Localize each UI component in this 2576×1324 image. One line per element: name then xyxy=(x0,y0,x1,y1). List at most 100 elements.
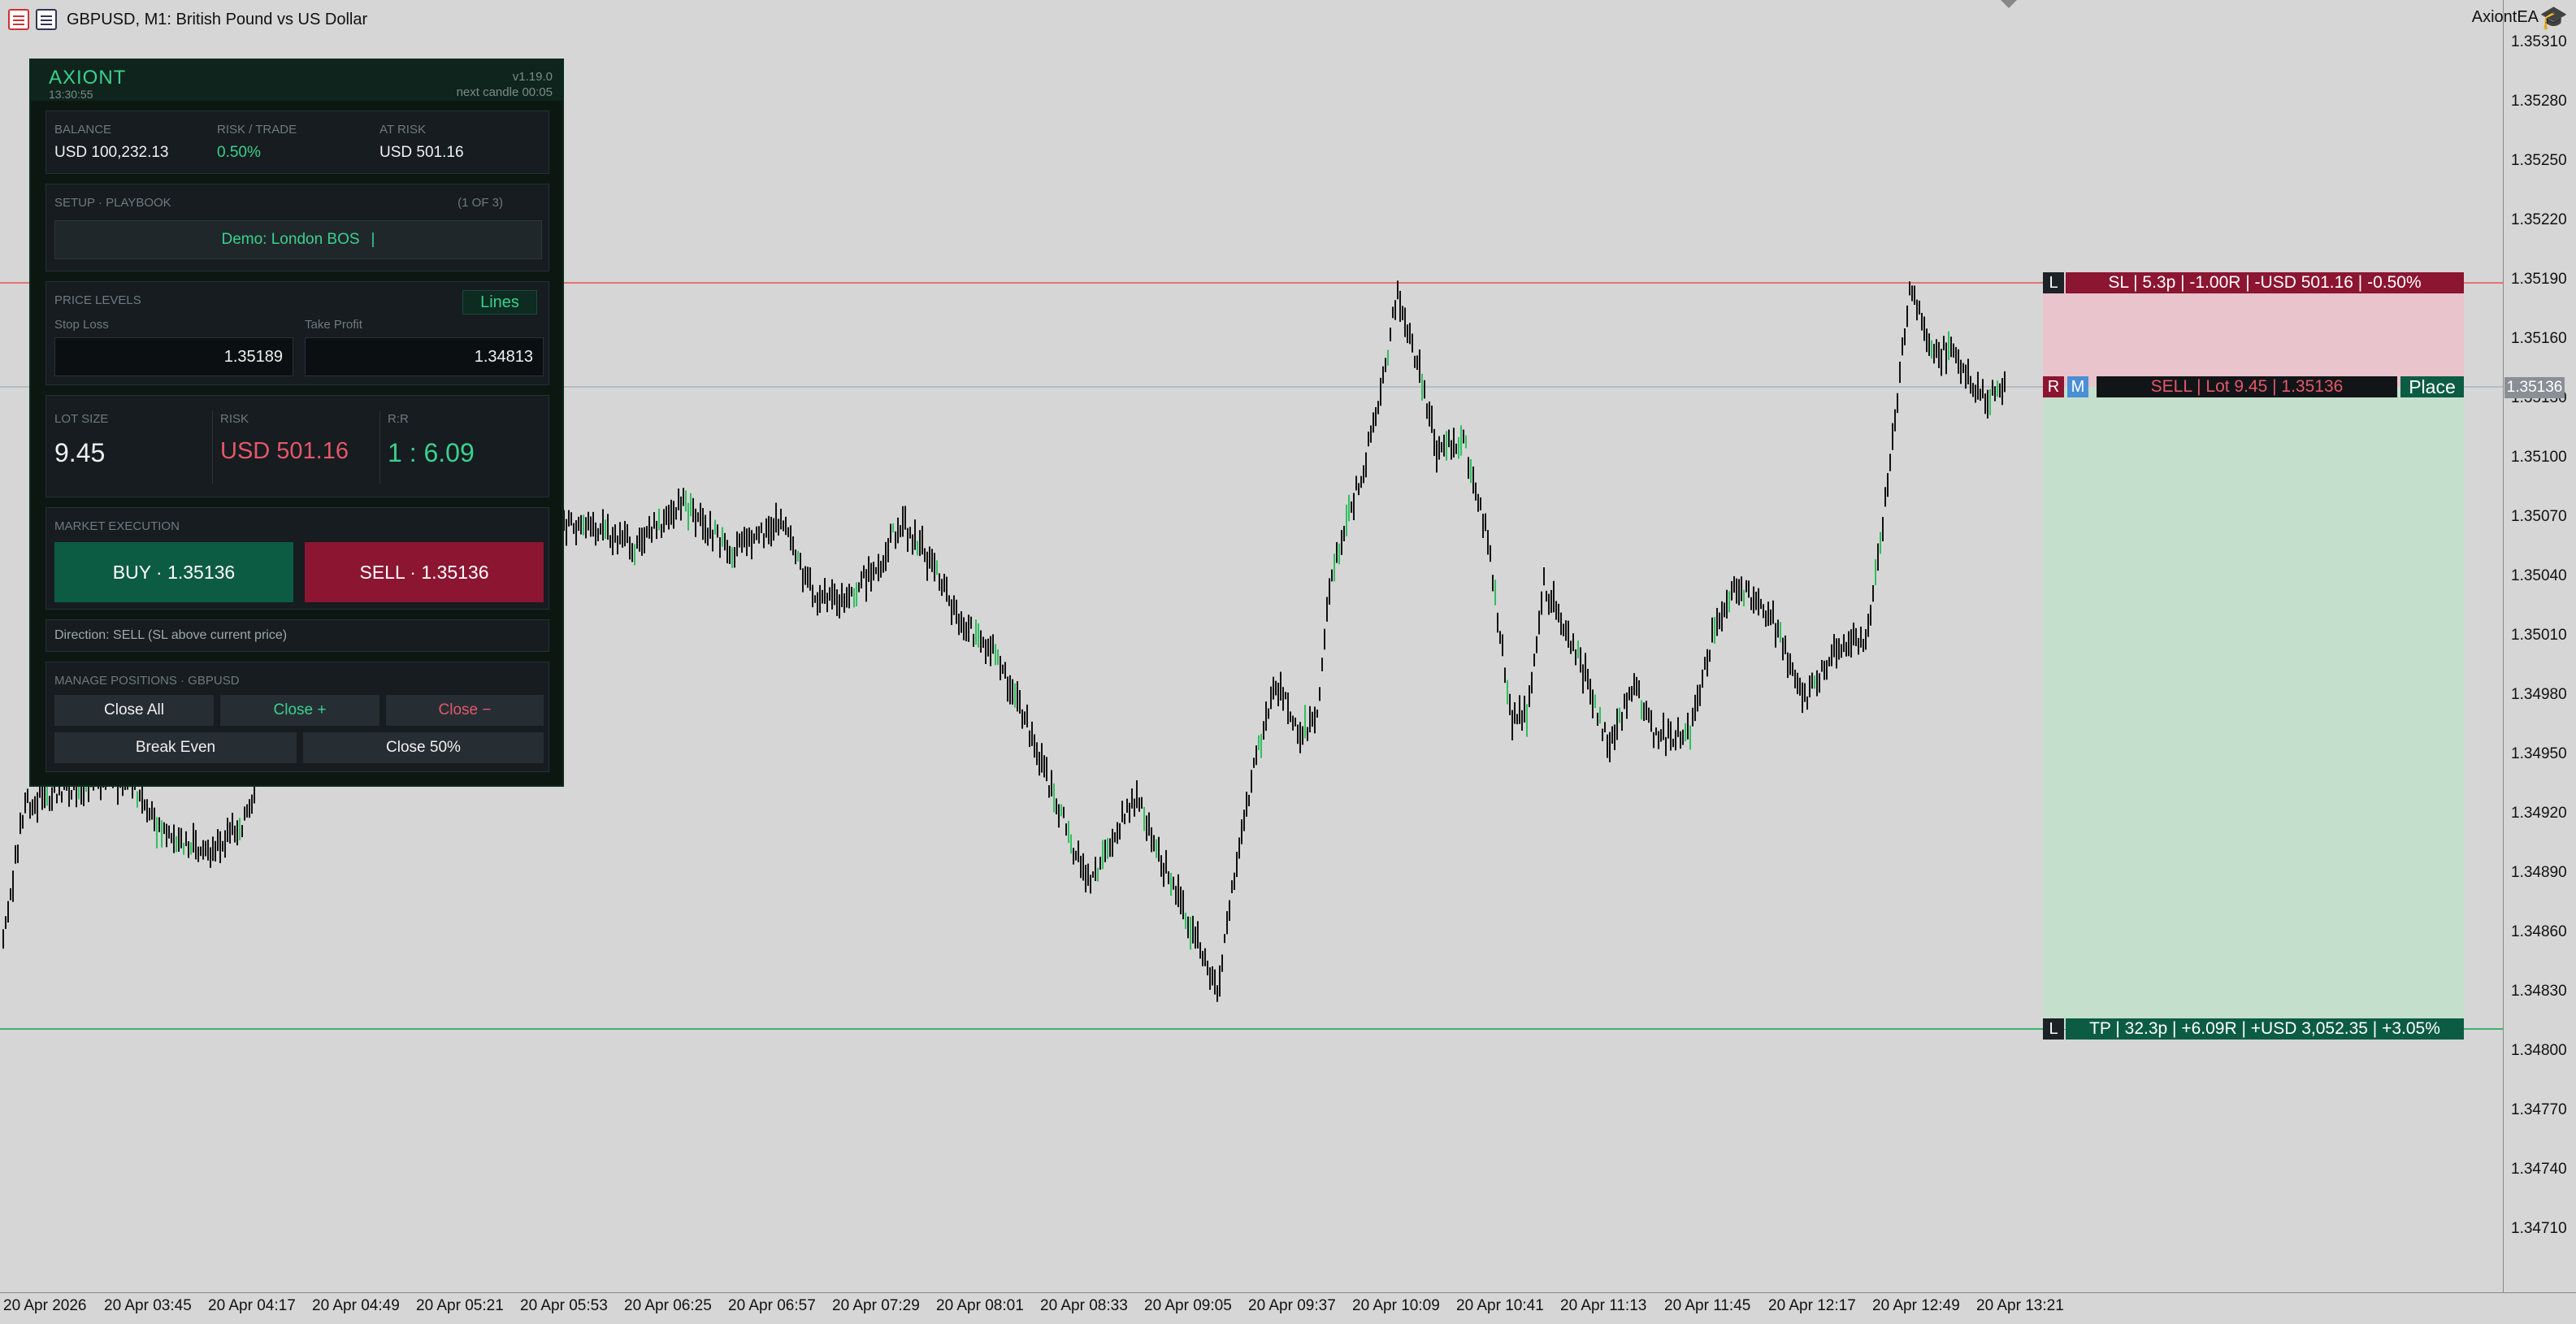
setup-section: SETUP · PLAYBOOK (1 of 3) Demo: London B… xyxy=(46,184,549,271)
time-tick-label: 20 Apr 11:45 xyxy=(1664,1297,1751,1314)
chart-window-icon[interactable] xyxy=(36,9,57,30)
axiont-panel: AXIONT 13:30:55 v1.19.0 next candle 00:0… xyxy=(29,59,564,787)
price-tick-label: 1.34950 xyxy=(2511,745,2567,762)
r-tag[interactable]: R xyxy=(2043,376,2064,397)
price-tick-label: 1.34770 xyxy=(2511,1101,2567,1118)
place-button[interactable]: Place xyxy=(2400,376,2464,397)
server-time: 13:30:55 xyxy=(49,88,93,101)
price-tick-label: 1.34980 xyxy=(2511,686,2567,703)
tp-lock-tag[interactable]: L xyxy=(2043,1018,2064,1040)
time-tick-label: 20 Apr 12:17 xyxy=(1768,1297,1856,1314)
time-tick-label: 20 Apr 05:53 xyxy=(520,1297,608,1314)
time-tick-label: 20 Apr 12:49 xyxy=(1872,1297,1960,1314)
manage-label: MANAGE POSITIONS · GBPUSD xyxy=(54,674,240,688)
price-tick-label: 1.35010 xyxy=(2511,627,2567,644)
price-levels-section: PRICE LEVELS Lines Stop Loss 1.35189 Tak… xyxy=(46,281,549,385)
rr-label: R:R xyxy=(388,412,409,426)
price-levels-label: PRICE LEVELS xyxy=(54,293,141,307)
time-tick-label: 20 Apr 04:17 xyxy=(208,1297,296,1314)
panel-title: AXIONT xyxy=(49,67,127,89)
manage-section: MANAGE POSITIONS · GBPUSD Close All Clos… xyxy=(46,662,549,772)
risk-value: USD 501.16 xyxy=(220,438,349,464)
balance-label: BALANCE xyxy=(54,123,112,137)
time-tick-label: 20 Apr 10:09 xyxy=(1352,1297,1440,1314)
version-label: v1.19.0 xyxy=(512,70,553,84)
price-tick-label: 1.34740 xyxy=(2511,1161,2567,1178)
price-tick-label: 1.35250 xyxy=(2511,152,2567,169)
price-tick-label: 1.35190 xyxy=(2511,271,2567,288)
price-tick-label: 1.35280 xyxy=(2511,93,2567,110)
close-all-button[interactable]: Close All xyxy=(54,695,214,726)
balance-value: USD 100,232.13 xyxy=(54,144,169,161)
price-tick-label: 1.35160 xyxy=(2511,330,2567,347)
take-profit-label: Take Profit xyxy=(305,318,362,332)
time-tick-label: 20 Apr 2026 xyxy=(3,1297,87,1314)
chart-title: GBPUSD, M1: British Pound vs US Dollar xyxy=(67,10,368,28)
sl-label[interactable]: SL | 5.3p | -1.00R | -USD 501.16 | -0.50… xyxy=(2066,272,2464,293)
sl-lock-tag[interactable]: L xyxy=(2043,272,2064,293)
time-tick-label: 20 Apr 13:21 xyxy=(1976,1297,2064,1314)
price-tick-label: 1.34710 xyxy=(2511,1220,2567,1237)
m-tag[interactable]: M xyxy=(2067,376,2088,397)
execution-section: MARKET EXECUTION BUY · 1.35136 SELL · 1.… xyxy=(46,507,549,610)
time-tick-label: 20 Apr 06:57 xyxy=(728,1297,816,1314)
tp-zone xyxy=(2043,387,2464,1029)
sl-zone xyxy=(2043,281,2464,387)
price-tick-label: 1.34800 xyxy=(2511,1042,2567,1059)
scroll-marker-icon[interactable] xyxy=(2001,0,2017,8)
price-tick-label: 1.34890 xyxy=(2511,864,2567,881)
execution-label: MARKET EXECUTION xyxy=(54,519,180,533)
risk-per-trade-label: RISK / TRADE xyxy=(217,123,297,137)
direction-section: Direction: SELL (SL above current price) xyxy=(46,619,549,652)
price-tick-label: 1.35070 xyxy=(2511,508,2567,525)
price-tick-label: 1.35310 xyxy=(2511,33,2567,50)
rr-value: 1 : 6.09 xyxy=(388,438,475,467)
price-tick-label: 1.35220 xyxy=(2511,211,2567,228)
time-tick-label: 20 Apr 03:45 xyxy=(104,1297,192,1314)
break-even-button[interactable]: Break Even xyxy=(54,732,297,763)
stop-loss-label: Stop Loss xyxy=(54,318,109,332)
chart-header: GBPUSD, M1: British Pound vs US Dollar xyxy=(0,0,2503,39)
at-risk-value: USD 501.16 xyxy=(379,144,464,161)
sizing-section: LOT SIZE 9.45 RISK USD 501.16 R:R 1 : 6.… xyxy=(46,395,549,497)
price-tick-label: 1.35040 xyxy=(2511,567,2567,584)
at-risk-label: AT RISK xyxy=(379,123,426,137)
time-tick-label: 20 Apr 11:13 xyxy=(1560,1297,1647,1314)
close-profit-button[interactable]: Close + xyxy=(220,695,379,726)
playbook-counter: (1 of 3) xyxy=(458,196,503,210)
close-loss-button[interactable]: Close − xyxy=(386,695,544,726)
stop-loss-input[interactable]: 1.35189 xyxy=(54,337,293,376)
time-tick-label: 20 Apr 04:49 xyxy=(312,1297,400,1314)
time-tick-label: 20 Apr 08:01 xyxy=(936,1297,1024,1314)
price-tick-label: 1.35100 xyxy=(2511,449,2567,466)
time-tick-label: 20 Apr 06:25 xyxy=(624,1297,712,1314)
lot-size-value: 9.45 xyxy=(54,438,106,467)
time-tick-label: 20 Apr 09:05 xyxy=(1144,1297,1232,1314)
entry-label[interactable]: SELL | Lot 9.45 | 1.35136 xyxy=(2097,376,2397,397)
time-tick-label: 20 Apr 10:41 xyxy=(1456,1297,1544,1314)
current-price-tag: 1.35136 xyxy=(2504,377,2565,398)
time-tick-label: 20 Apr 05:21 xyxy=(416,1297,504,1314)
sell-button[interactable]: SELL · 1.35136 xyxy=(305,542,544,602)
risk-label: RISK xyxy=(220,412,249,426)
take-profit-input[interactable]: 1.34813 xyxy=(305,337,544,376)
tp-label[interactable]: TP | 32.3p | +6.09R | +USD 3,052.35 | +3… xyxy=(2066,1018,2464,1040)
time-tick-label: 20 Apr 08:33 xyxy=(1040,1297,1128,1314)
close-half-button[interactable]: Close 50% xyxy=(303,732,544,763)
lines-toggle-button[interactable]: Lines xyxy=(462,290,537,315)
time-tick-label: 20 Apr 09:37 xyxy=(1248,1297,1336,1314)
account-section: BALANCE USD 100,232.13 RISK / TRADE 0.50… xyxy=(46,111,549,174)
lot-size-label: LOT SIZE xyxy=(54,412,109,426)
next-candle-timer: next candle 00:05 xyxy=(456,85,553,99)
time-tick-label: 20 Apr 07:29 xyxy=(832,1297,920,1314)
chart-list-icon[interactable] xyxy=(8,9,29,30)
risk-per-trade-value: 0.50% xyxy=(217,144,261,161)
price-tick-label: 1.34920 xyxy=(2511,805,2567,822)
price-tick-label: 1.34860 xyxy=(2511,923,2567,940)
playbook-selector[interactable]: Demo: London BOS | xyxy=(54,220,542,259)
direction-text: Direction: SELL (SL above current price) xyxy=(54,628,288,642)
price-tick-label: 1.34830 xyxy=(2511,983,2567,1000)
panel-header[interactable]: AXIONT 13:30:55 v1.19.0 next candle 00:0… xyxy=(31,60,562,101)
price-axis xyxy=(2503,0,2576,1292)
buy-button[interactable]: BUY · 1.35136 xyxy=(54,542,293,602)
